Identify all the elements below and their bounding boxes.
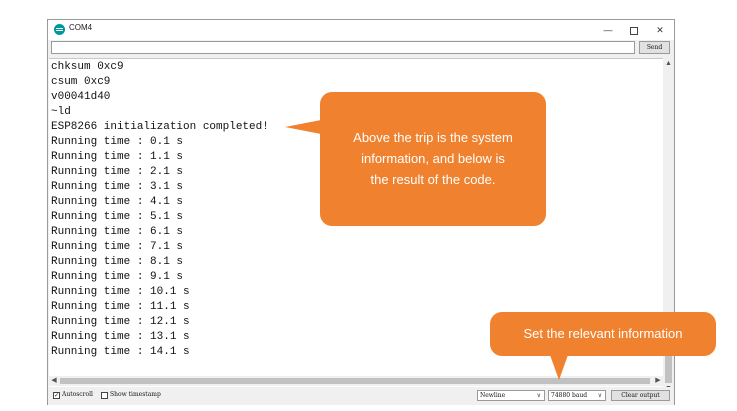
- output-line: Running time : 13.1 s: [51, 331, 190, 343]
- send-button[interactable]: Send: [639, 41, 670, 54]
- output-line: Running time : 2.1 s: [51, 166, 184, 178]
- serial-input[interactable]: [51, 41, 635, 54]
- scroll-up-icon[interactable]: ▲: [663, 58, 674, 69]
- settings-callout: Set the relevant information: [490, 312, 716, 380]
- scroll-right-icon[interactable]: ▶: [653, 376, 663, 386]
- show-timestamp-checkbox[interactable]: [101, 392, 108, 399]
- show-timestamp-label: Show timestamp: [110, 391, 161, 398]
- send-row: Send: [51, 41, 671, 55]
- callout-line: the result of the code.: [370, 172, 496, 187]
- callout-pointer: [550, 355, 568, 380]
- settings-callout-text: Set the relevant information: [523, 326, 683, 341]
- output-line: chksum 0xc9: [51, 61, 124, 73]
- callout-line: Above the trip is the system: [353, 130, 513, 145]
- maximize-icon: [630, 26, 638, 35]
- title-bar: COM4 — ✕: [48, 20, 674, 40]
- callout-pointer: [285, 120, 321, 134]
- output-line: Running time : 14.1 s: [51, 346, 190, 358]
- callout-text: Above the trip is the system information…: [330, 127, 536, 190]
- output-line: ESP8266 initialization completed!: [51, 121, 269, 133]
- output-line: Running time : 3.1 s: [51, 181, 184, 193]
- output-line: Running time : 5.1 s: [51, 211, 184, 223]
- arduino-icon: [54, 24, 65, 35]
- output-line: ~ld: [51, 106, 71, 118]
- maximize-button[interactable]: [621, 20, 647, 40]
- line-ending-value: Newline: [480, 392, 506, 399]
- autoscroll-checkbox[interactable]: ✓: [53, 392, 60, 399]
- close-button[interactable]: ✕: [647, 20, 673, 40]
- bottom-toolbar: ✓ Autoscroll Show timestamp Newline ∨ 74…: [48, 387, 674, 405]
- chevron-down-icon: ∨: [536, 392, 541, 399]
- output-line: Running time : 12.1 s: [51, 316, 190, 328]
- output-line: v00041d40: [51, 91, 111, 103]
- clear-output-button[interactable]: Clear output: [611, 390, 670, 401]
- output-line: Running time : 10.1 s: [51, 286, 190, 298]
- window-title: COM4: [69, 23, 93, 32]
- output-line: csum 0xc9: [51, 76, 111, 88]
- baud-rate-select[interactable]: 74880 baud ∨: [548, 390, 606, 401]
- horizontal-scrollbar[interactable]: ◀ ▶: [49, 376, 663, 386]
- output-line: Running time : 4.1 s: [51, 196, 184, 208]
- scroll-left-icon[interactable]: ◀: [49, 376, 59, 386]
- system-info-callout: Above the trip is the system information…: [285, 92, 546, 226]
- output-line: Running time : 0.1 s: [51, 136, 184, 148]
- vertical-scroll-thumb[interactable]: [665, 354, 672, 383]
- output-line: Running time : 9.1 s: [51, 271, 184, 283]
- output-line: Running time : 11.1 s: [51, 301, 190, 313]
- output-line: Running time : 1.1 s: [51, 151, 184, 163]
- minimize-button[interactable]: —: [595, 20, 621, 40]
- line-ending-select[interactable]: Newline ∨: [477, 390, 545, 401]
- output-line: Running time : 6.1 s: [51, 226, 184, 238]
- chevron-down-icon: ∨: [597, 392, 602, 399]
- autoscroll-label: Autoscroll: [62, 391, 93, 398]
- output-line: Running time : 7.1 s: [51, 241, 184, 253]
- callout-line: information, and below is: [361, 151, 505, 166]
- baud-rate-value: 74880 baud: [551, 392, 588, 399]
- output-line: Running time : 8.1 s: [51, 256, 184, 268]
